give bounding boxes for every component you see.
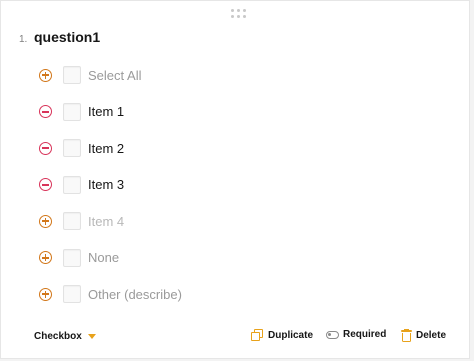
duplicate-icon	[251, 329, 264, 342]
toggle-icon	[326, 330, 339, 339]
none-checkbox[interactable]	[63, 248, 81, 267]
choice-label[interactable]: None	[88, 250, 119, 265]
choice-label[interactable]: Item 2	[88, 141, 124, 156]
duplicate-button[interactable]: Duplicate	[251, 329, 313, 342]
question-footer: Checkbox Duplicate Required Delete	[1, 326, 469, 348]
duplicate-label: Duplicate	[268, 330, 314, 341]
choice-item-2: Item 2	[1, 130, 469, 167]
required-toggle[interactable]: Required	[326, 329, 386, 340]
delete-label: Delete	[416, 330, 447, 341]
plus-circle-icon[interactable]	[39, 214, 52, 228]
question-title[interactable]: question1	[34, 28, 100, 46]
choice-label[interactable]: Select All	[88, 68, 141, 83]
plus-circle-icon[interactable]	[39, 68, 52, 82]
minus-circle-icon[interactable]	[39, 105, 52, 119]
select-all-checkbox[interactable]	[63, 66, 81, 85]
drag-handle-icon[interactable]	[231, 9, 247, 19]
choice-label[interactable]: Item 3	[88, 177, 124, 192]
choice-list: Select All Item 1 Item 2 Item 3 Item 4 N…	[1, 57, 469, 313]
choice-select-all: Select All	[1, 57, 469, 94]
choice-label[interactable]: Item 1	[88, 104, 124, 119]
choice-item-4: Item 4	[1, 203, 469, 240]
question-type-label: Checkbox	[34, 331, 82, 342]
choice-other: Other (describe)	[1, 276, 469, 313]
minus-circle-icon[interactable]	[39, 178, 52, 192]
required-label: Required	[343, 329, 387, 340]
choice-item-1: Item 1	[1, 94, 469, 131]
plus-circle-icon[interactable]	[39, 251, 52, 265]
item-2-checkbox[interactable]	[63, 139, 81, 158]
item-3-checkbox[interactable]	[63, 175, 81, 194]
minus-circle-icon[interactable]	[39, 141, 52, 155]
choice-label[interactable]: Other (describe)	[88, 287, 182, 302]
question-number: 1.	[19, 34, 28, 45]
choice-none: None	[1, 240, 469, 277]
item-1-checkbox[interactable]	[63, 102, 81, 121]
item-4-checkbox[interactable]	[63, 212, 81, 231]
choice-item-3: Item 3	[1, 167, 469, 204]
choice-label[interactable]: Item 4	[88, 214, 124, 229]
caret-down-icon	[87, 334, 96, 339]
question-type-dropdown[interactable]: Checkbox	[34, 331, 96, 342]
other-checkbox[interactable]	[63, 285, 81, 304]
delete-button[interactable]: Delete	[401, 329, 446, 342]
plus-circle-icon[interactable]	[39, 287, 52, 301]
trash-icon	[401, 329, 412, 342]
question-card: 1. question1 Select All Item 1 Item 2 It…	[0, 0, 470, 359]
